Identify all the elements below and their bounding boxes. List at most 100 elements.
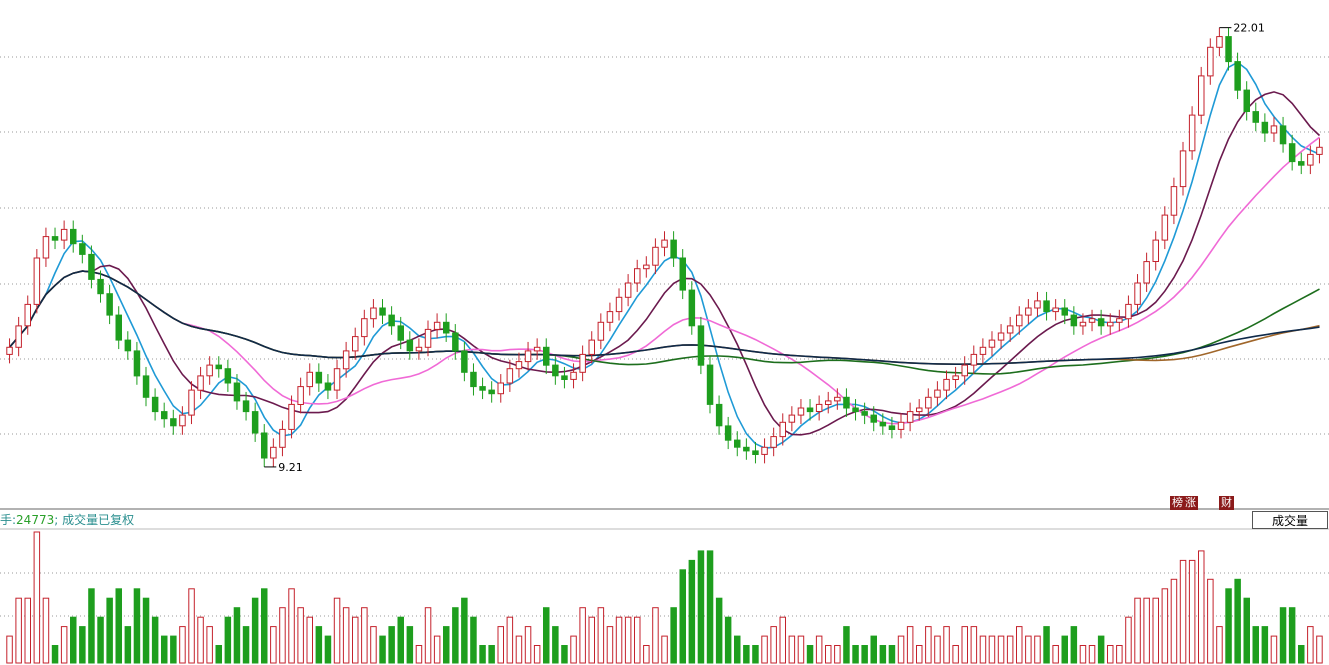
candle-body bbox=[1107, 321, 1114, 327]
volume-bar bbox=[388, 626, 395, 664]
volume-bar bbox=[506, 616, 514, 664]
volume-bar bbox=[497, 626, 504, 664]
candle-body bbox=[15, 325, 22, 348]
candle-body bbox=[1270, 125, 1278, 134]
candle-body bbox=[952, 375, 959, 380]
volume-bar bbox=[515, 635, 523, 664]
candle-body bbox=[752, 450, 759, 455]
candle-body bbox=[934, 389, 941, 398]
volume-bar bbox=[1107, 645, 1114, 664]
volume-bar bbox=[1125, 616, 1132, 664]
candle-body bbox=[634, 268, 641, 284]
candle-body bbox=[852, 407, 859, 413]
volume-bar bbox=[1134, 597, 1141, 664]
candle-body bbox=[133, 350, 141, 377]
candle-body bbox=[825, 400, 832, 405]
volume-bar bbox=[33, 531, 41, 664]
candle-body bbox=[1243, 89, 1250, 112]
candle-body bbox=[297, 386, 304, 406]
volume-bar bbox=[579, 607, 586, 664]
volume-bar bbox=[106, 597, 113, 664]
candle-body bbox=[233, 382, 241, 402]
candle-body bbox=[51, 236, 59, 241]
candle-body bbox=[151, 396, 159, 413]
candle-body bbox=[1006, 325, 1014, 334]
volume-bar bbox=[588, 616, 595, 664]
volume-bar bbox=[406, 626, 414, 664]
candle-body bbox=[1134, 282, 1141, 305]
candle-body bbox=[361, 318, 368, 338]
candle-body bbox=[988, 339, 996, 348]
volume-bar bbox=[1016, 626, 1023, 664]
candle-body bbox=[1143, 261, 1150, 284]
volume-bar bbox=[1043, 626, 1050, 664]
volume-bar bbox=[1070, 626, 1078, 664]
candle-body bbox=[388, 314, 395, 327]
candle-body bbox=[1161, 214, 1169, 241]
candle-body bbox=[106, 293, 113, 316]
candle-body bbox=[779, 421, 786, 438]
candle-body bbox=[443, 321, 450, 334]
candle-body bbox=[943, 378, 950, 391]
volume-bar bbox=[724, 616, 732, 664]
candle-body bbox=[42, 236, 50, 259]
volume-bar bbox=[288, 588, 295, 664]
candle-body bbox=[615, 296, 623, 313]
ma10-line bbox=[8, 91, 1321, 436]
candle-body bbox=[6, 346, 13, 355]
high-label: 22.01 bbox=[1233, 22, 1265, 35]
candle-body bbox=[1016, 314, 1023, 327]
volume-bar bbox=[1006, 635, 1014, 664]
volume-bar bbox=[552, 626, 559, 664]
volume-button[interactable]: 成交量 bbox=[1252, 511, 1328, 529]
volume-bar bbox=[306, 616, 313, 664]
volume-bar bbox=[206, 626, 213, 664]
candle-body bbox=[734, 439, 741, 448]
volume-bar bbox=[60, 626, 68, 664]
volume-bar bbox=[1261, 626, 1269, 664]
volume-bar bbox=[251, 597, 259, 664]
volume-bar bbox=[133, 588, 141, 664]
candle-body bbox=[997, 332, 1005, 341]
volume-bar bbox=[233, 607, 241, 664]
candle-body bbox=[488, 389, 495, 395]
volume-bar bbox=[533, 645, 541, 664]
volume-bar bbox=[679, 569, 686, 664]
candle-body bbox=[288, 403, 295, 430]
volume-bar bbox=[897, 635, 905, 664]
volume-suffix: 成交量已复权 bbox=[62, 513, 135, 527]
candle-body bbox=[70, 228, 77, 245]
kline-chart[interactable]: 22.01 9.21 bbox=[0, 0, 1329, 665]
volume-bar bbox=[643, 645, 650, 664]
candle-body bbox=[815, 403, 823, 412]
ma20-line bbox=[8, 136, 1320, 425]
volume-bar bbox=[1188, 559, 1196, 664]
candle-body bbox=[1252, 111, 1259, 123]
volume-bar bbox=[670, 607, 677, 664]
volume-bar bbox=[15, 597, 22, 664]
candle-body bbox=[97, 278, 104, 295]
badge-cai[interactable]: 财 bbox=[1219, 496, 1234, 510]
candle-body bbox=[606, 311, 614, 323]
volume-bar bbox=[906, 626, 914, 664]
candle-body bbox=[197, 375, 204, 391]
candle-body bbox=[24, 303, 31, 327]
volume-bar bbox=[224, 616, 232, 664]
candle-body bbox=[506, 368, 514, 384]
candle-body bbox=[788, 414, 796, 423]
volume-bar bbox=[161, 635, 168, 664]
volume-bar bbox=[1216, 626, 1223, 664]
candle-body bbox=[1261, 121, 1269, 134]
volume-bar bbox=[1079, 645, 1087, 664]
volume-bar bbox=[261, 588, 268, 664]
volume-bar bbox=[879, 645, 887, 664]
volume-bar bbox=[297, 607, 304, 664]
candle-body bbox=[415, 346, 423, 352]
candle-body bbox=[333, 368, 341, 391]
volume-bar bbox=[1307, 626, 1314, 664]
volume-bar bbox=[770, 626, 777, 664]
volume-bar bbox=[852, 645, 859, 664]
badge-zhang[interactable]: 涨 bbox=[1183, 496, 1198, 510]
candle-body bbox=[579, 353, 586, 373]
volume-bar bbox=[443, 626, 450, 664]
